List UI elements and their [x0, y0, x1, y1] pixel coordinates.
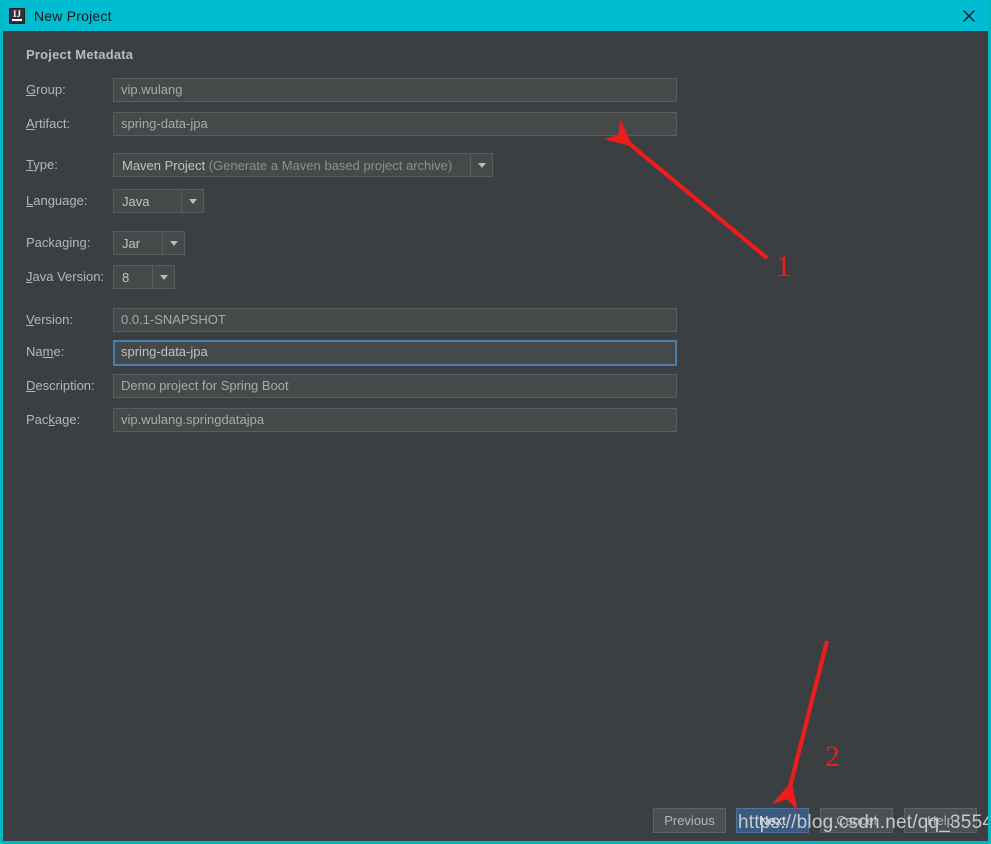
language-combobox[interactable]: Java [113, 189, 204, 213]
label-packaging: Packaging: [26, 235, 91, 250]
intellij-icon-underline [12, 18, 22, 21]
label-artifact: Artifact: [26, 116, 71, 131]
label-name: Name: [26, 344, 65, 359]
window-title: New Project [34, 7, 112, 24]
previous-button[interactable]: Previous [653, 808, 726, 833]
label-type: Type: [26, 157, 58, 172]
package-input[interactable]: vip.wulang.springdatajpa [113, 408, 677, 432]
dialog-content: Project Metadata Group: vip.wulang Artif… [3, 31, 988, 841]
section-title-project-metadata: Project Metadata [26, 47, 134, 62]
java-version-combobox-value: 8 [122, 269, 130, 285]
description-input[interactable]: Demo project for Spring Boot [113, 374, 677, 398]
type-combobox-value: Maven Project (Generate a Maven based pr… [114, 158, 470, 173]
artifact-input[interactable]: spring-data-jpa [113, 112, 677, 136]
label-language: Language: [26, 193, 88, 208]
watermark-text: https://blog.csdn.net/qq_35542218 [738, 812, 988, 833]
annotation-number-1: 1 [776, 250, 791, 283]
group-input[interactable]: vip.wulang [113, 78, 677, 102]
close-icon[interactable] [947, 0, 988, 31]
language-combobox-value: Java [122, 193, 150, 209]
name-input[interactable]: spring-data-jpa [113, 340, 677, 366]
version-input[interactable]: 0.0.1-SNAPSHOT [113, 308, 677, 332]
new-project-dialog: IJ New Project Project Metadata Group: v… [0, 0, 991, 844]
chevron-down-icon[interactable] [152, 266, 174, 288]
type-value-hint: (Generate a Maven based project archive) [208, 157, 453, 173]
label-java-version: Java Version: [26, 269, 105, 284]
chevron-down-icon[interactable] [162, 232, 184, 254]
label-version: Version: [26, 312, 73, 327]
packaging-combobox[interactable]: Jar [113, 231, 185, 255]
chevron-down-icon[interactable] [470, 154, 492, 176]
window-titlebar: IJ New Project [3, 0, 988, 31]
intellij-icon-letters: IJ [12, 8, 21, 19]
label-package: Package: [26, 412, 81, 427]
type-combobox[interactable]: Maven Project (Generate a Maven based pr… [113, 153, 493, 177]
chevron-down-icon[interactable] [181, 190, 203, 212]
java-version-combobox[interactable]: 8 [113, 265, 175, 289]
annotation-number-2: 2 [825, 740, 840, 773]
label-group: Group: [26, 82, 66, 97]
intellij-idea-icon: IJ [9, 7, 25, 24]
packaging-combobox-value: Jar [122, 235, 141, 251]
label-description: Description: [26, 378, 95, 393]
type-value-main: Maven Project [122, 157, 206, 173]
